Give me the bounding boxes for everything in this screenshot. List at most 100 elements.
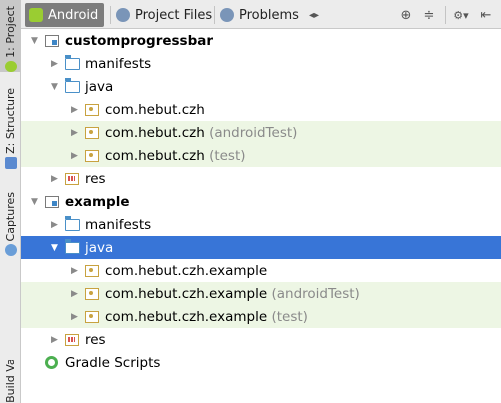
- package-icon: [85, 264, 100, 277]
- tree-row-name: com.hebut.czh.example: [105, 285, 268, 302]
- scroll-tabs-glyph: ◂▸: [308, 9, 320, 21]
- tree-row[interactable]: ▶ manifests: [21, 52, 501, 75]
- tool-tab-captures-label: Captures: [4, 192, 17, 242]
- package-icon: [85, 103, 100, 116]
- tree-row-label: com.hebut.czh.example (androidTest): [105, 286, 360, 302]
- tree-row-suffix: (androidTest): [209, 124, 298, 141]
- expand-arrow-down-icon[interactable]: ▼: [31, 197, 41, 207]
- tree-row-suffix: (test): [271, 308, 308, 325]
- sync-glyph: ⊕: [400, 7, 412, 23]
- tree-row-name: com.hebut.czh.example: [105, 262, 268, 279]
- tree-row-name: com.hebut.czh.example: [105, 308, 268, 325]
- tree-row[interactable]: ▶ com.hebut.czh.example: [21, 259, 501, 282]
- tree-row-label: com.hebut.czh (test): [105, 148, 246, 164]
- hide-icon[interactable]: ⇤: [477, 6, 495, 24]
- package-icon: [85, 126, 100, 139]
- gear-glyph: ⚙▾: [453, 8, 469, 22]
- tab-problems[interactable]: Problems: [216, 3, 305, 27]
- tool-tab-structure[interactable]: Z: Structure: [0, 88, 21, 174]
- tree-row[interactable]: ▶ com.hebut.czh: [21, 98, 501, 121]
- captures-icon: [4, 244, 17, 257]
- tree-row[interactable]: ▶ com.hebut.czh.example (androidTest): [21, 282, 501, 305]
- package-icon: [85, 149, 100, 162]
- expand-arrow-right-icon[interactable]: ▶: [51, 174, 61, 184]
- scroll-tabs-icon[interactable]: ◂▸: [305, 6, 323, 24]
- tree-row[interactable]: ▼ customprogressbar: [21, 29, 501, 52]
- tree-row-label: com.hebut.czh.example (test): [105, 309, 308, 325]
- expand-arrow-right-icon[interactable]: ▶: [71, 289, 81, 299]
- project-view-toolbar: Android Project Files Problems ◂▸ ⊕ ≑ ⚙▾…: [21, 0, 501, 29]
- tree-row-name: com.hebut.czh: [105, 101, 205, 118]
- sync-icon[interactable]: ⊕: [397, 6, 415, 24]
- tab-project-files[interactable]: Project Files: [112, 3, 218, 27]
- tree-row[interactable]: ▶ manifests: [21, 213, 501, 236]
- gear-icon[interactable]: ⚙▾: [449, 6, 473, 24]
- collapse-all-icon[interactable]: ≑: [420, 6, 438, 24]
- structure-icon: [4, 156, 17, 169]
- tree-row-name: java: [85, 239, 114, 256]
- expand-arrow-right-icon[interactable]: ▶: [71, 151, 81, 161]
- android-icon: [29, 8, 43, 22]
- tree-row[interactable]: ▶ com.hebut.czh (androidTest): [21, 121, 501, 144]
- tree-row-label: com.hebut.czh: [105, 102, 205, 118]
- tree-row-name: com.hebut.czh: [105, 147, 205, 164]
- tree-row-name: customprogressbar: [65, 32, 214, 49]
- tree-row-label: example: [65, 194, 130, 210]
- tree-row[interactable]: ▼ java: [21, 236, 501, 259]
- expand-arrow-right-icon[interactable]: ▶: [71, 105, 81, 115]
- tree-row-label: com.hebut.czh (androidTest): [105, 125, 297, 141]
- resource-folder-icon: [65, 333, 80, 346]
- tree-row-label: manifests: [85, 217, 151, 233]
- tree-row-name: manifests: [85, 216, 152, 233]
- tree-row-name: res: [85, 331, 106, 348]
- tool-tab-project-label: 1: Project: [4, 6, 17, 58]
- package-icon: [85, 310, 100, 323]
- tool-window-strip: 1: Project Z: Structure Captures Build V…: [0, 0, 21, 403]
- expand-arrow-right-icon[interactable]: ▶: [71, 266, 81, 276]
- tool-tab-structure-label: Z: Structure: [4, 88, 17, 154]
- tab-android-label: Android: [48, 7, 99, 23]
- project-tree: ▼ customprogressbar ▶ manifests ▼ java ▶ com.he…: [21, 29, 501, 403]
- expand-arrow-right-icon[interactable]: ▶: [51, 220, 61, 230]
- tab-separator: [110, 6, 111, 24]
- tool-tab-project[interactable]: 1: Project: [0, 0, 21, 72]
- tree-row-label: manifests: [85, 56, 151, 72]
- tree-row-suffix: (androidTest): [271, 285, 360, 302]
- tree-row-name: com.hebut.czh: [105, 124, 205, 141]
- expand-arrow-down-icon[interactable]: ▼: [31, 36, 41, 46]
- tree-row-name: example: [65, 193, 130, 210]
- tree-row[interactable]: ▶ com.hebut.czh.example (test): [21, 305, 501, 328]
- expand-arrow-right-icon[interactable]: ▶: [71, 128, 81, 138]
- folder-icon: [65, 238, 80, 254]
- tree-row[interactable]: ▶ res: [21, 167, 501, 190]
- resource-folder-icon: [65, 172, 80, 185]
- module-icon: [45, 34, 60, 47]
- tree-row[interactable]: ▼ java: [21, 75, 501, 98]
- tool-tab-build-variants[interactable]: Build Variants: [0, 360, 21, 403]
- expand-arrow-right-icon[interactable]: ▶: [71, 312, 81, 322]
- expand-arrow-right-icon[interactable]: ▶: [51, 335, 61, 345]
- tab-project-files-label: Project Files: [135, 7, 213, 23]
- tree-row-suffix: (test): [209, 147, 246, 164]
- tree-row[interactable]: ▶ com.hebut.czh (test): [21, 144, 501, 167]
- tab-problems-label: Problems: [239, 7, 299, 23]
- expand-arrow-down-icon[interactable]: ▼: [51, 82, 61, 92]
- tree-row[interactable]: ▶ res: [21, 328, 501, 351]
- tree-row-label: customprogressbar: [65, 33, 213, 49]
- tool-tab-build-variants-label: Build Variants: [4, 360, 17, 403]
- hide-glyph: ⇤: [480, 7, 492, 23]
- tree-row[interactable]: Gradle Scripts: [21, 351, 501, 374]
- tab-android[interactable]: Android: [25, 3, 105, 27]
- tree-row[interactable]: ▼ example: [21, 190, 501, 213]
- expand-arrow-down-icon[interactable]: ▼: [51, 243, 61, 253]
- tree-row-label: Gradle Scripts: [65, 355, 160, 371]
- package-icon: [85, 287, 100, 300]
- tree-row-name: res: [85, 170, 106, 187]
- tool-tab-captures[interactable]: Captures: [0, 192, 21, 264]
- tool-separator: [445, 6, 446, 24]
- tree-row-label: java: [85, 79, 113, 95]
- expand-arrow-right-icon[interactable]: ▶: [51, 59, 61, 69]
- tree-row-label: java: [85, 240, 113, 256]
- tree-row-name: Gradle Scripts: [65, 354, 161, 371]
- folder-icon: [65, 77, 80, 93]
